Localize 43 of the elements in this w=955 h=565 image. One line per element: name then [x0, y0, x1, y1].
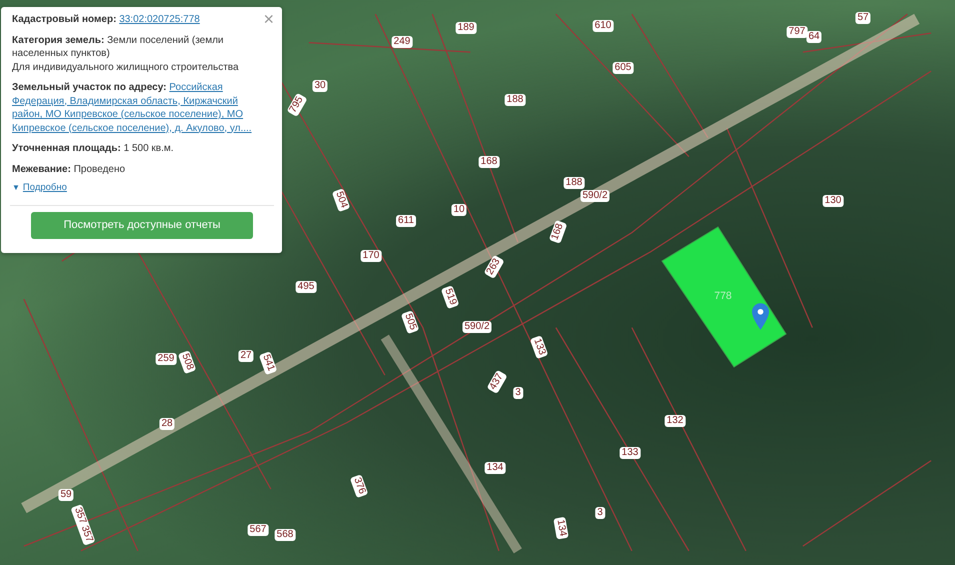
parcel-number: 611: [396, 215, 416, 227]
parcel-number: 778: [713, 290, 733, 302]
parcel-number: 10: [451, 204, 467, 216]
parcel-number: 130: [822, 195, 844, 207]
field-label: Кадастровый номер:: [12, 14, 116, 25]
view-reports-button[interactable]: Посмотреть доступные отчеты: [31, 212, 253, 238]
field-text: Уточненная площадь: 1 500 кв.м.: [12, 142, 175, 156]
parcel-number: 495: [296, 281, 316, 293]
address-text[interactable]: Земельный участок по адресу: Российская Федерация, Владимирская область, Киржачский район, МО Кипревское (сельское поселение), МО Кипревское (сельское поселение), д. Акулово, ул....: [12, 81, 266, 135]
parcel-number: 168: [478, 156, 500, 168]
parcel-number: 3: [513, 387, 523, 399]
parcel-number: 133: [620, 447, 640, 459]
parcel-number: 132: [664, 415, 686, 427]
field-text: Межевание: Проведено: [12, 162, 126, 176]
highlighted-parcel[interactable]: [661, 226, 787, 368]
parcel-number: 59: [58, 489, 74, 501]
parcel-number: 189: [456, 22, 476, 34]
parcel-number: 28: [159, 418, 175, 430]
parcel-number: 605: [612, 62, 634, 74]
parcel-number: 797: [786, 26, 808, 38]
parcel-number: 249: [392, 36, 412, 48]
location-pin-icon[interactable]: [752, 303, 769, 330]
parcel-number: 134: [484, 462, 506, 474]
parcel-number: 590/2: [462, 321, 492, 333]
parcel-number: 57: [855, 12, 871, 24]
parcel-number: 3: [595, 507, 605, 519]
close-button[interactable]: ×: [261, 9, 276, 29]
parcel-number: 610: [592, 20, 614, 32]
parcel-number: 27: [238, 350, 254, 362]
parcel-number: 568: [274, 529, 296, 541]
field-text: Категория земель: Земли поселений (земли населенных пунктов): [12, 34, 225, 60]
details-link[interactable]: Подробно: [22, 181, 67, 194]
parcel-number: 567: [248, 524, 268, 536]
parcel-number: 188: [504, 94, 526, 106]
parcel-number: 259: [156, 353, 176, 365]
parcel-number: 188: [564, 177, 584, 189]
parcel-number: 30: [312, 80, 328, 92]
caret-icon[interactable]: ▼: [12, 181, 20, 194]
parcel-number: 64: [806, 31, 822, 43]
parcel-number: 590/2: [580, 190, 610, 202]
field-note: Для индивидуального жилищного строительства: [12, 60, 240, 74]
field-link[interactable]: 33:02:020725:778: [119, 14, 200, 25]
parcel-number: 170: [360, 250, 382, 262]
